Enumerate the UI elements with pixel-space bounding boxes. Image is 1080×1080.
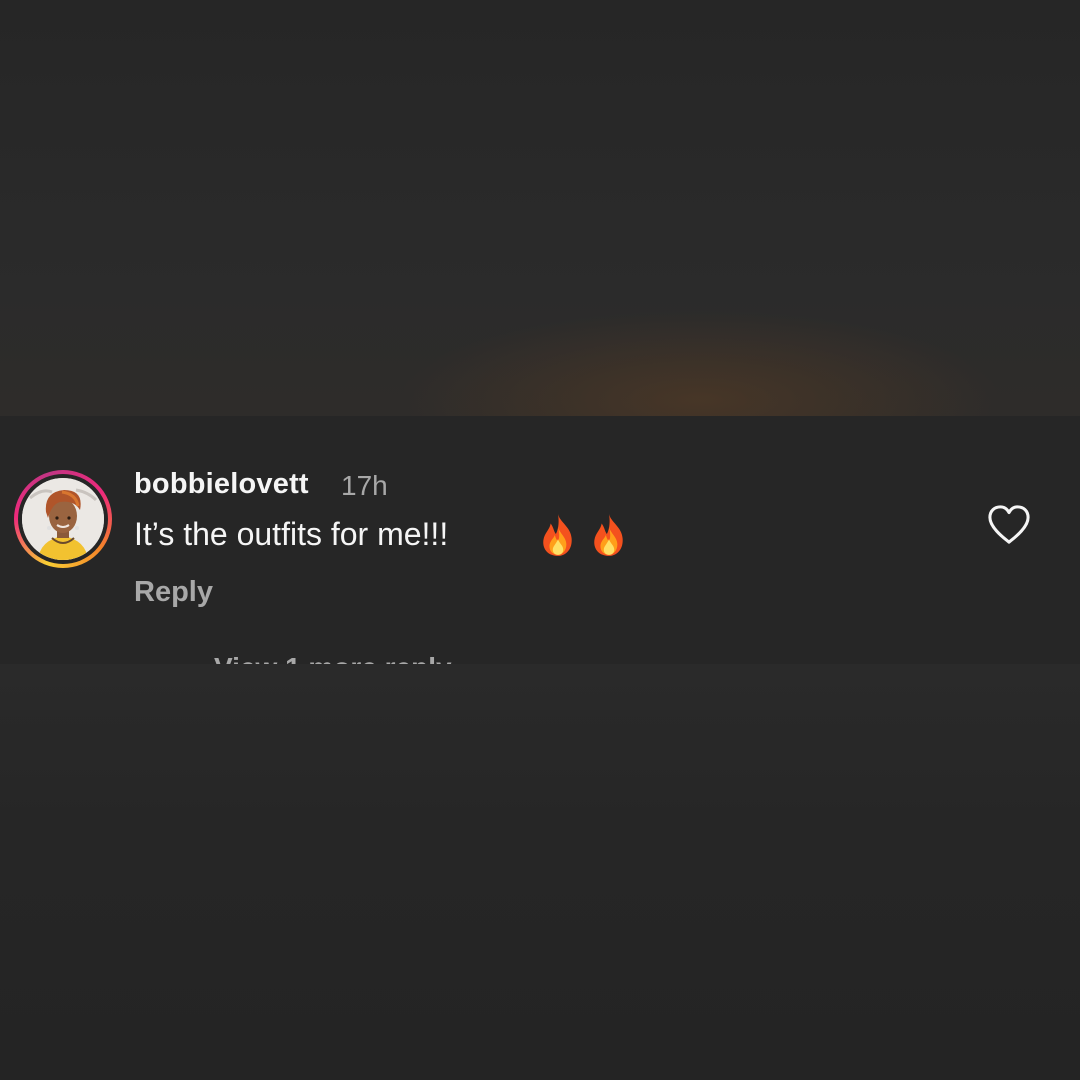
- fire-emoji-icon: [594, 514, 623, 556]
- fire-emoji-icon: [543, 514, 572, 556]
- avatar-photo-image: [22, 478, 104, 560]
- avatar-story-ring[interactable]: [14, 470, 112, 568]
- comment-timestamp: 17h: [341, 470, 388, 501]
- view-replies-label: View 1 more reply: [214, 652, 452, 664]
- avatar-ring-gap: [18, 474, 108, 564]
- avatar: [22, 478, 104, 560]
- reply-button[interactable]: Reply: [134, 576, 213, 609]
- comment-item: bobbielovett 17h It’s the outfits for me…: [0, 416, 1080, 664]
- comment-username[interactable]: bobbielovett: [134, 468, 309, 501]
- view-replies-button[interactable]: View 1 more reply: [150, 652, 452, 664]
- heart-icon[interactable]: [986, 504, 1032, 546]
- blurred-background-top: [0, 0, 1080, 416]
- blurred-background-bottom: [0, 664, 1080, 1080]
- comment-text: It’s the outfits for me!!!: [134, 516, 449, 552]
